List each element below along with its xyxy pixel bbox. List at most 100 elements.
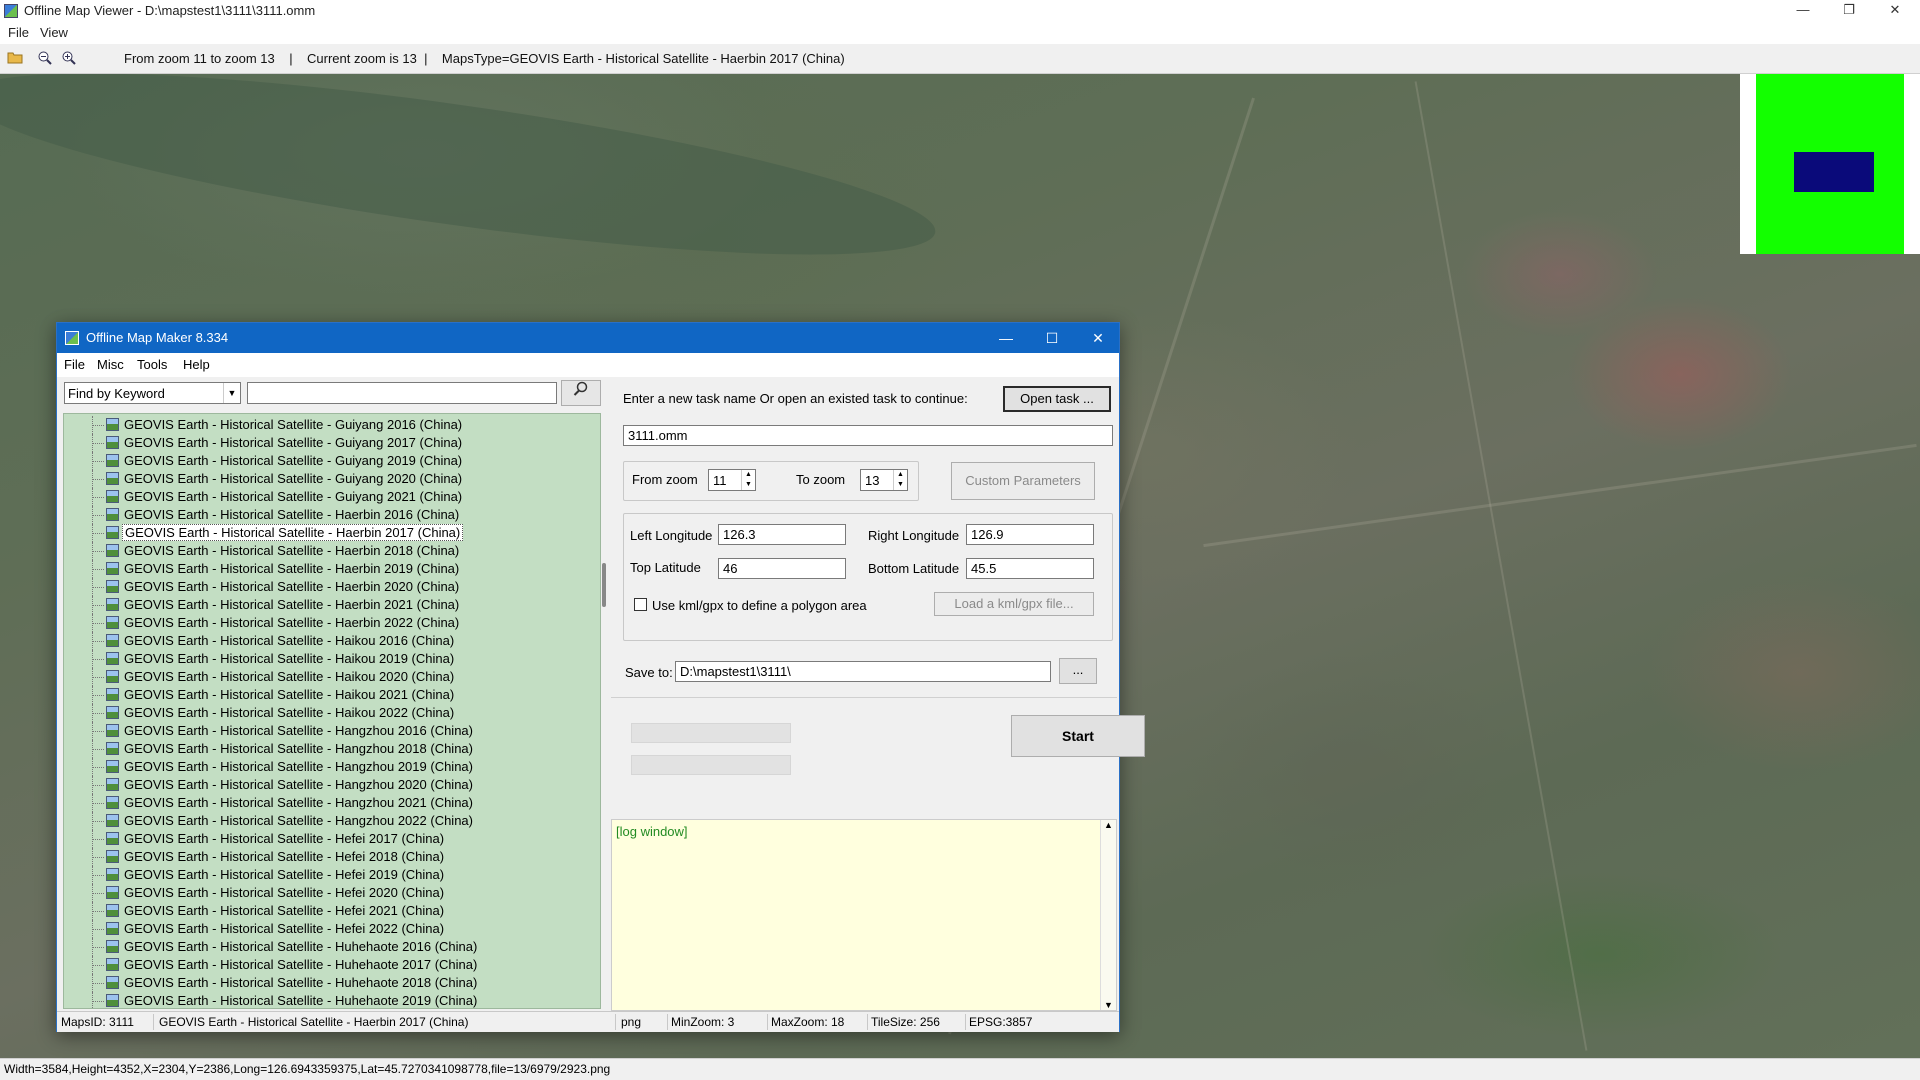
tree-item-label: GEOVIS Earth - Historical Satellite - Ha… — [124, 705, 455, 720]
maker-menu-help[interactable]: Help — [183, 357, 210, 372]
menu-file[interactable]: File — [8, 25, 29, 40]
tree-item[interactable]: GEOVIS Earth - Historical Satellite - Hu… — [64, 938, 584, 956]
tree-item[interactable]: GEOVIS Earth - Historical Satellite - Ha… — [64, 596, 584, 614]
coordinates-group: Left Longitude 126.3 Right Longitude 126… — [623, 513, 1113, 641]
tree-line — [92, 821, 104, 822]
maker-minimize-button[interactable]: — — [983, 323, 1029, 353]
chevron-down-icon[interactable]: ▼ — [223, 383, 240, 403]
stepper-arrows-icon[interactable]: ▲ ▼ — [741, 470, 755, 490]
tree-item[interactable]: GEOVIS Earth - Historical Satellite - Ha… — [64, 614, 584, 632]
tree-item[interactable]: GEOVIS Earth - Historical Satellite - Ha… — [64, 632, 584, 650]
map-tile-icon — [106, 688, 119, 701]
tree-item-label: GEOVIS Earth - Historical Satellite - Gu… — [124, 417, 463, 432]
search-button[interactable] — [561, 380, 601, 406]
log-scrollbar[interactable]: ▲ ▼ — [1100, 820, 1116, 1010]
map-tile-icon — [106, 940, 119, 953]
tree-item[interactable]: GEOVIS Earth - Historical Satellite - Ha… — [64, 560, 584, 578]
status-separator — [615, 1014, 616, 1030]
status-separator — [153, 1014, 154, 1030]
app-icon — [4, 4, 18, 18]
tree-item[interactable]: GEOVIS Earth - Historical Satellite - Ha… — [64, 524, 584, 542]
overview-viewport-rect[interactable] — [1794, 152, 1874, 192]
tree-item[interactable]: GEOVIS Earth - Historical Satellite - Ha… — [64, 776, 584, 794]
restore-button[interactable]: ❐ — [1826, 0, 1872, 22]
to-zoom-stepper[interactable]: 13 ▲ ▼ — [860, 469, 908, 491]
load-kml-button[interactable]: Load a kml/gpx file... — [934, 592, 1094, 616]
tree-item[interactable]: GEOVIS Earth - Historical Satellite - Hu… — [64, 956, 584, 974]
tree-item[interactable]: GEOVIS Earth - Historical Satellite - Hu… — [64, 992, 584, 1008]
maker-close-button[interactable]: ✕ — [1075, 323, 1121, 353]
progress-bar-2 — [631, 755, 791, 775]
tree-item[interactable]: GEOVIS Earth - Historical Satellite - Ha… — [64, 542, 584, 560]
tree-item[interactable]: GEOVIS Earth - Historical Satellite - Ha… — [64, 668, 584, 686]
custom-parameters-button[interactable]: Custom Parameters — [951, 462, 1095, 500]
tree-item[interactable]: GEOVIS Earth - Historical Satellite - Hu… — [64, 974, 584, 992]
map-type-tree[interactable]: GEOVIS Earth - Historical Satellite - Gu… — [63, 413, 601, 1009]
right-longitude-field[interactable]: 126.9 — [966, 524, 1094, 545]
tree-item[interactable]: GEOVIS Earth - Historical Satellite - He… — [64, 866, 584, 884]
tree-item[interactable]: GEOVIS Earth - Historical Satellite - Gu… — [64, 470, 584, 488]
zoom-in-icon[interactable] — [60, 50, 78, 68]
tree-item[interactable]: GEOVIS Earth - Historical Satellite - Ha… — [64, 794, 584, 812]
tree-line — [92, 515, 104, 516]
browse-button[interactable]: ... — [1059, 658, 1097, 684]
tree-item[interactable]: GEOVIS Earth - Historical Satellite - He… — [64, 920, 584, 938]
maker-menu-tools[interactable]: Tools — [137, 357, 167, 372]
tree-item[interactable]: GEOVIS Earth - Historical Satellite - Gu… — [64, 488, 584, 506]
tree-item[interactable]: GEOVIS Earth - Historical Satellite - Gu… — [64, 434, 584, 452]
tree-scroll-thumb[interactable] — [602, 563, 606, 607]
scroll-down-icon[interactable]: ▼ — [1104, 1000, 1113, 1010]
tree-item-label: GEOVIS Earth - Historical Satellite - Ha… — [124, 597, 460, 612]
map-tile-icon — [106, 544, 119, 557]
tree-item[interactable]: GEOVIS Earth - Historical Satellite - He… — [64, 902, 584, 920]
tree-line — [92, 677, 104, 678]
start-button[interactable]: Start — [1011, 715, 1145, 757]
status-epsg: EPSG:3857 — [969, 1015, 1033, 1029]
maker-menu-misc[interactable]: Misc — [97, 357, 124, 372]
save-to-field[interactable]: D:\mapstest1\3111\ — [675, 661, 1051, 682]
left-longitude-field[interactable]: 126.3 — [718, 524, 846, 545]
map-tile-icon — [106, 526, 119, 539]
kml-checkbox[interactable] — [634, 598, 647, 611]
tree-item-label: GEOVIS Earth - Historical Satellite - Ha… — [124, 543, 460, 558]
tree-item[interactable]: GEOVIS Earth - Historical Satellite - He… — [64, 848, 584, 866]
tree-item[interactable]: GEOVIS Earth - Historical Satellite - Ha… — [64, 812, 584, 830]
tree-item[interactable]: GEOVIS Earth - Historical Satellite - Ha… — [64, 722, 584, 740]
tree-item[interactable]: GEOVIS Earth - Historical Satellite - Ha… — [64, 686, 584, 704]
tree-item[interactable]: GEOVIS Earth - Historical Satellite - He… — [64, 884, 584, 902]
from-zoom-stepper[interactable]: 11 ▲ ▼ — [708, 469, 756, 491]
tree-item[interactable]: GEOVIS Earth - Historical Satellite - Ha… — [64, 506, 584, 524]
tree-item[interactable]: GEOVIS Earth - Historical Satellite - Ha… — [64, 704, 584, 722]
tree-line — [92, 425, 104, 426]
tree-item[interactable]: GEOVIS Earth - Historical Satellite - Ha… — [64, 740, 584, 758]
task-name-field[interactable]: 3111.omm — [623, 425, 1113, 446]
tree-item[interactable]: GEOVIS Earth - Historical Satellite - Ha… — [64, 650, 584, 668]
search-input[interactable] — [247, 382, 557, 404]
maker-menu-file[interactable]: File — [64, 357, 85, 372]
tree-line — [92, 461, 104, 462]
viewer-statusbar: Width=3584,Height=4352,X=2304,Y=2386,Lon… — [0, 1058, 1920, 1080]
minimize-button[interactable]: — — [1780, 0, 1826, 22]
tree-line — [92, 443, 104, 444]
tree-item[interactable]: GEOVIS Earth - Historical Satellite - Ha… — [64, 758, 584, 776]
tree-item-label: GEOVIS Earth - Historical Satellite - Ha… — [124, 741, 473, 756]
maker-maximize-button[interactable]: ☐ — [1029, 323, 1075, 353]
tree-item[interactable]: GEOVIS Earth - Historical Satellite - He… — [64, 830, 584, 848]
tree-item[interactable]: GEOVIS Earth - Historical Satellite - Gu… — [64, 416, 584, 434]
find-mode-select[interactable]: Find by Keyword ▼ — [64, 382, 241, 404]
map-tile-icon — [106, 724, 119, 737]
menu-view[interactable]: View — [40, 25, 68, 40]
map-tile-icon — [106, 958, 119, 971]
open-folder-icon[interactable] — [6, 50, 24, 68]
bottom-latitude-field[interactable]: 45.5 — [966, 558, 1094, 579]
top-latitude-field[interactable]: 46 — [718, 558, 846, 579]
tree-item[interactable]: GEOVIS Earth - Historical Satellite - Ha… — [64, 578, 584, 596]
close-button[interactable]: ✕ — [1872, 0, 1918, 22]
stepper-arrows-icon[interactable]: ▲ ▼ — [893, 470, 907, 490]
open-task-button[interactable]: Open task ... — [1003, 386, 1111, 412]
tree-item[interactable]: GEOVIS Earth - Historical Satellite - Gu… — [64, 452, 584, 470]
log-window[interactable]: [log window] ▲ ▼ — [611, 819, 1117, 1011]
overview-minimap[interactable] — [1740, 74, 1920, 254]
tree-line — [92, 929, 104, 930]
zoom-out-icon[interactable] — [36, 50, 54, 68]
